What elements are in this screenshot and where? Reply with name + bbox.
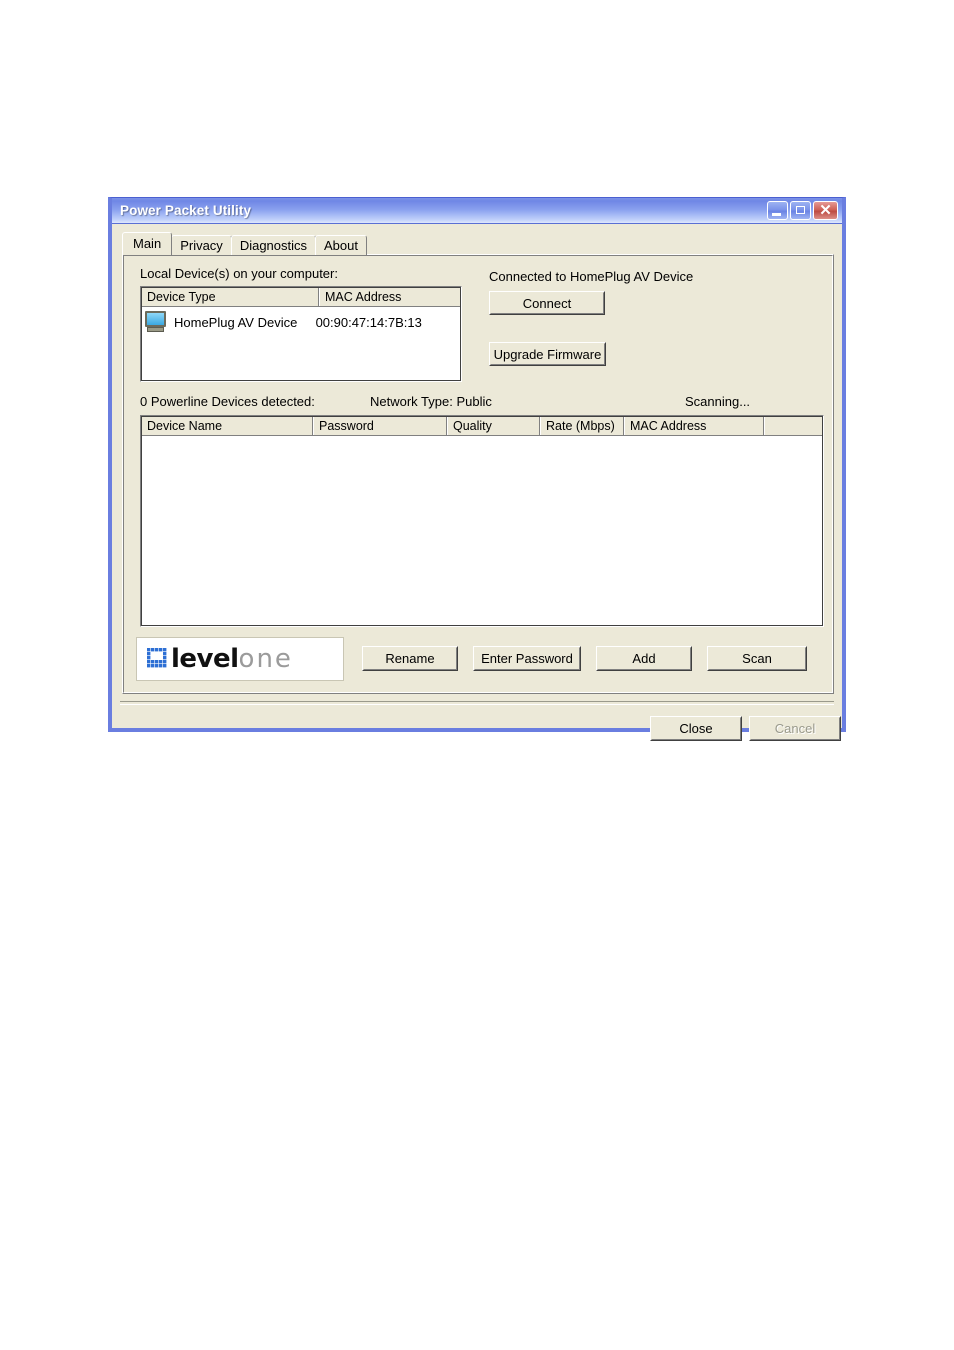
net-col-password[interactable]: Password [313, 416, 447, 435]
local-col-mac-address[interactable]: MAC Address [319, 287, 461, 306]
levelone-logo: levelone [136, 637, 344, 681]
maximize-button[interactable] [790, 201, 811, 220]
logo-text-level: level [171, 644, 239, 674]
connection-status-label: Connected to HomePlug AV Device [489, 269, 694, 284]
local-devices-label: Local Device(s) on your computer: [140, 266, 338, 281]
window-controls: ✕ [767, 201, 838, 220]
footer-divider [120, 701, 834, 705]
table-row[interactable]: HomePlug AV Device 00:90:47:14:7B:13 [141, 307, 461, 337]
close-button[interactable]: ✕ [813, 201, 838, 220]
title-bar: Power Packet Utility ✕ [112, 198, 842, 224]
tab-diagnostics[interactable]: Diagnostics [230, 235, 317, 255]
tab-main[interactable]: Main [122, 232, 173, 255]
minimize-icon [772, 213, 781, 216]
net-col-quality[interactable]: Quality [447, 416, 540, 435]
tab-panel-main: Local Device(s) on your computer: Device… [122, 254, 834, 694]
power-packet-utility-window: Power Packet Utility ✕ Main Privacy Diag… [108, 197, 846, 741]
local-device-list[interactable]: Device Type MAC Address HomePlug AV Devi… [140, 286, 462, 382]
close-dialog-button[interactable]: Close [650, 716, 742, 741]
local-col-device-type[interactable]: Device Type [141, 287, 319, 306]
logo-text-one: one [238, 644, 293, 674]
network-type-status: Network Type: Public [370, 394, 492, 409]
net-col-device-name[interactable]: Device Name [141, 416, 313, 435]
enter-password-button[interactable]: Enter Password [473, 646, 581, 671]
net-col-spare[interactable] [764, 416, 821, 435]
cancel-button: Cancel [749, 716, 841, 741]
levelone-logo-mark [147, 648, 167, 668]
devices-detected-status: 0 Powerline Devices detected: [140, 394, 315, 409]
network-list-header: Device Name Password Quality Rate (Mbps)… [141, 416, 823, 436]
minimize-button[interactable] [767, 201, 788, 220]
net-col-rate[interactable]: Rate (Mbps) [540, 416, 624, 435]
tab-about[interactable]: About [315, 235, 367, 255]
computer-icon [144, 311, 168, 333]
local-list-header: Device Type MAC Address [141, 287, 461, 307]
scanning-status: Scanning... [685, 394, 751, 409]
dialog-client-area: Main Privacy Diagnostics About Local Dev… [112, 224, 842, 741]
powerline-device-list[interactable]: Device Name Password Quality Rate (Mbps)… [140, 415, 824, 627]
rename-button[interactable]: Rename [362, 646, 458, 671]
cell-device-type: HomePlug AV Device [174, 314, 298, 330]
net-col-mac-address[interactable]: MAC Address [624, 416, 764, 435]
scan-button[interactable]: Scan [707, 646, 807, 671]
tab-strip: Main Privacy Diagnostics About [122, 232, 367, 255]
maximize-icon [796, 206, 805, 214]
connect-button[interactable]: Connect [489, 291, 605, 315]
network-list-body [141, 436, 823, 626]
add-button[interactable]: Add [596, 646, 692, 671]
cell-mac-address: 00:90:47:14:7B:13 [315, 314, 422, 330]
close-icon: ✕ [819, 202, 832, 219]
tab-privacy[interactable]: Privacy [171, 235, 232, 255]
levelone-wordmark: levelone [171, 646, 293, 672]
window-title: Power Packet Utility [120, 203, 252, 218]
local-list-body: HomePlug AV Device 00:90:47:14:7B:13 [141, 307, 461, 381]
upgrade-firmware-button[interactable]: Upgrade Firmware [489, 342, 606, 366]
